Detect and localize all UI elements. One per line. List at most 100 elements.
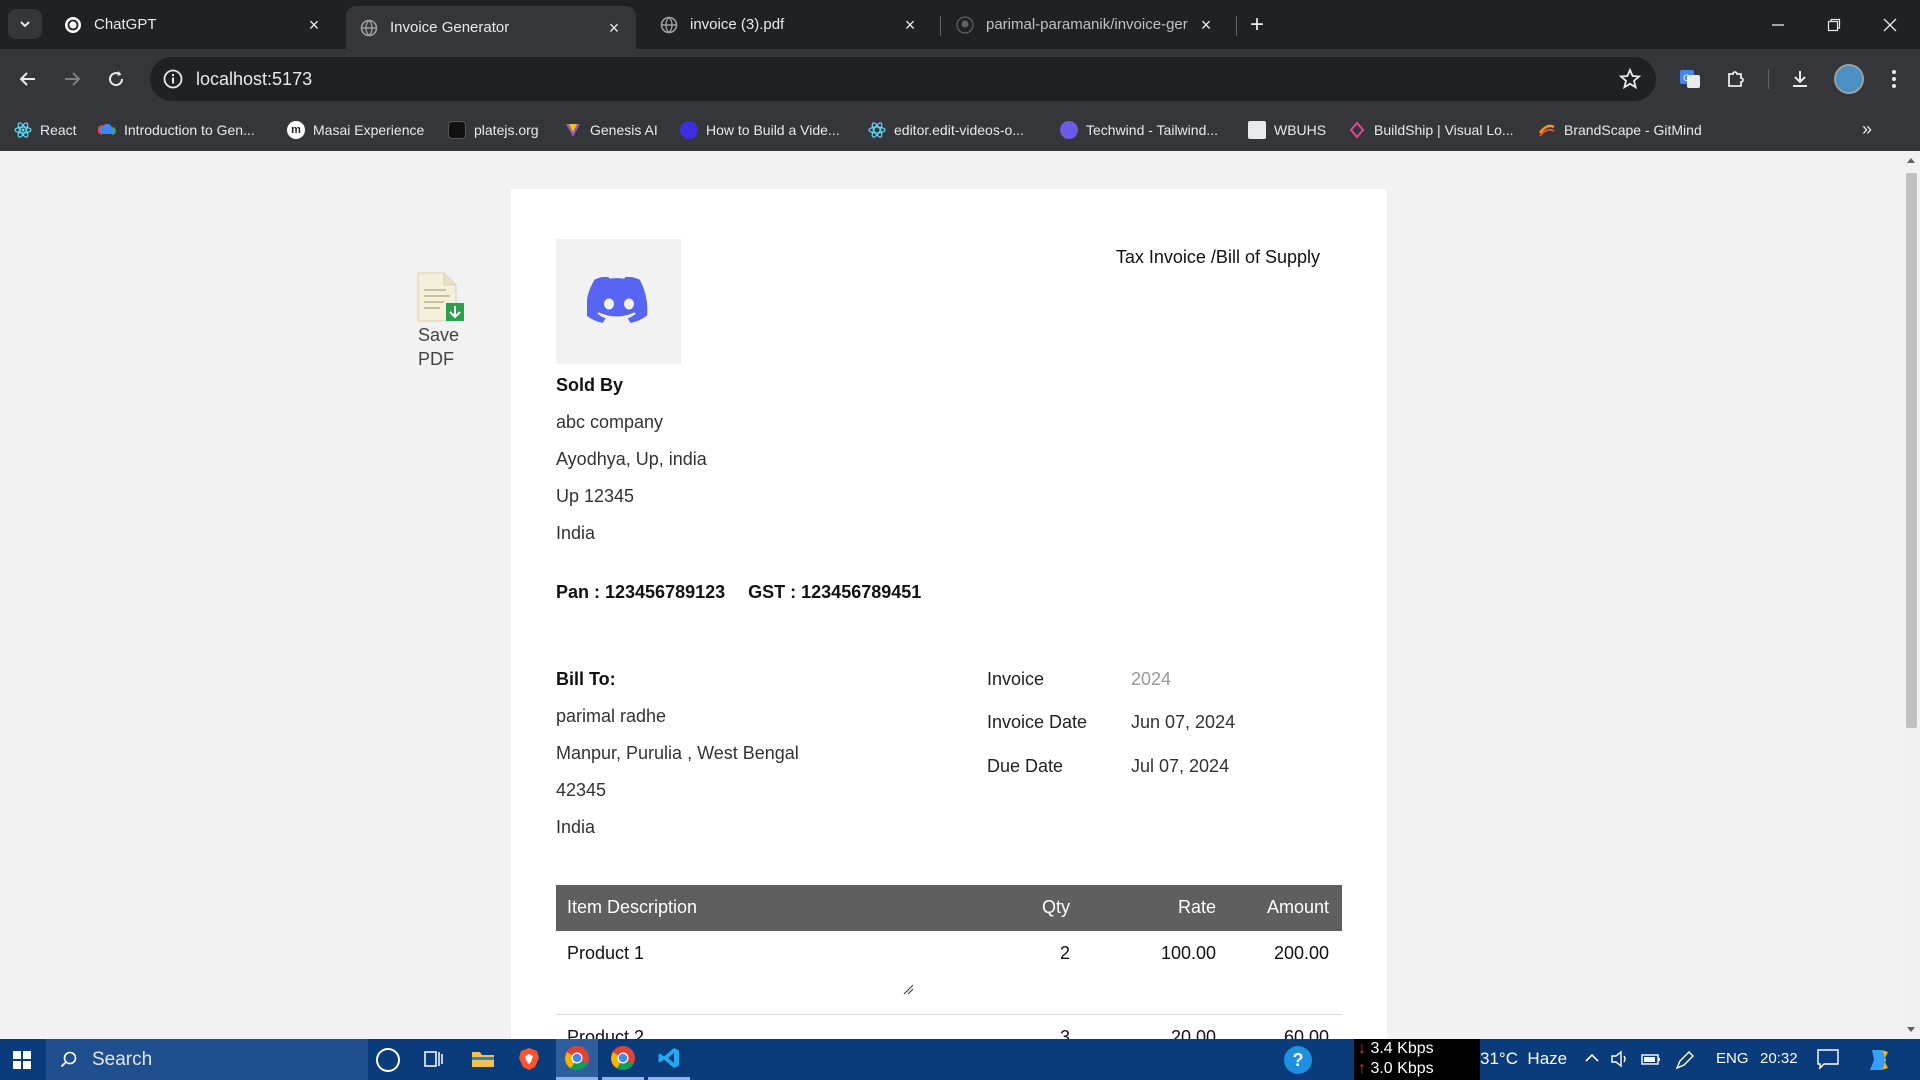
info-icon[interactable] [162,68,184,90]
puzzle-icon [1728,71,1744,87]
bookmark-label: Masai Experience [313,122,425,138]
column-header-amount: Amount [1266,897,1329,917]
weather-widget[interactable]: 31°C Haze [1480,1049,1567,1069]
item-qty-input[interactable]: 2 [1010,943,1070,964]
close-icon[interactable]: × [606,19,622,37]
downloads-button[interactable] [1784,63,1816,95]
scroll-down-arrow-icon[interactable] [1907,1027,1915,1032]
sold-by-heading: Sold By [556,375,624,395]
taskbar-search-box[interactable]: Search [46,1039,368,1080]
item-rate-input[interactable]: 100.00 [1116,943,1216,964]
battery-button[interactable] [1640,1050,1662,1073]
resize-handle-icon[interactable] [902,983,914,995]
chrome-profile-button[interactable] [602,1039,644,1080]
file-download-icon [417,272,464,322]
item-qty-input[interactable]: 3 [1010,1027,1070,1039]
help-icon[interactable]: ? [1284,1046,1312,1074]
genesis-icon [564,121,582,139]
star-icon[interactable] [1618,67,1642,91]
google-translate-button[interactable]: G [1674,63,1706,95]
bookmark-platejs[interactable]: platejs.org [448,119,539,141]
arrow-right-icon [65,72,81,86]
item-rate-input[interactable]: 20.00 [1116,1027,1216,1039]
show-hidden-icons-button[interactable] [1584,1048,1600,1073]
volume-button[interactable] [1610,1049,1630,1074]
bookmark-buildship[interactable]: BuildShip | Visual Lo... [1348,119,1514,141]
vscode-button[interactable] [648,1039,690,1080]
bookmarks-overflow-chevron-icon[interactable]: » [1862,119,1872,140]
brave-icon [519,1048,539,1070]
chrome-button-active[interactable] [556,1039,598,1080]
task-view-button[interactable] [422,1047,446,1076]
copilot-icon [1870,1050,1888,1070]
brave-button[interactable] [516,1046,542,1077]
restore-button[interactable] [1806,0,1862,49]
page-scrollbar[interactable] [1903,151,1920,1039]
cortana-button[interactable] [376,1048,400,1072]
profile-avatar[interactable] [1834,64,1864,94]
bookmark-label: BrandScape - GitMind [1564,122,1702,138]
kebab-menu-icon [1892,70,1896,88]
address-bar[interactable]: localhost:5173 [150,57,1656,101]
company-logo[interactable] [556,239,681,364]
extensions-button[interactable] [1720,63,1752,95]
notifications-button[interactable] [1816,1048,1840,1075]
file-explorer-button[interactable] [470,1047,496,1076]
arrow-left-icon [19,72,35,86]
bookmark-label: editor.edit-videos-o... [894,122,1024,138]
google-cloud-icon [98,121,116,139]
notification-icon [1817,1049,1839,1070]
tab-github[interactable]: parimal-paramanik/invoice-ger × [942,6,1228,43]
bookmark-label: React [40,122,77,138]
table-header: Item Description Qty Rate Amount [556,885,1342,931]
copilot-button[interactable] [1864,1046,1892,1079]
save-pdf-button[interactable]: Save PDF [416,271,476,371]
due-date-input[interactable]: Jul 07, 2024 [1131,756,1229,777]
bookmark-label: platejs.org [474,122,539,138]
invoice-date-input[interactable]: Jun 07, 2024 [1131,712,1235,733]
invoice-number-input[interactable]: 2024 [1131,669,1171,690]
item-description-input[interactable]: Product 1 [567,943,644,964]
seller-address: Ayodhya, Up, india [556,449,707,469]
bookmark-react[interactable]: React [14,119,77,141]
minimize-button[interactable] [1750,0,1806,49]
buyer-name: parimal radhe [556,706,667,726]
language-indicator[interactable]: ENG [1716,1050,1749,1067]
item-description-input[interactable]: Product 2 [567,1027,644,1039]
bookmark-intro-gen[interactable]: Introduction to Gen... [98,119,255,141]
tab-invoice-pdf[interactable]: invoice (3).pdf × [646,6,932,43]
tab-search-button[interactable] [8,9,42,39]
reload-button[interactable] [100,63,132,95]
clock[interactable]: 20:32 [1760,1050,1798,1067]
tab-title: invoice (3).pdf [690,16,785,33]
start-button[interactable] [0,1039,44,1080]
bookmark-masai[interactable]: m Masai Experience [287,119,424,141]
bookmark-build-video[interactable]: How to Build a Vide... [680,119,840,141]
github-icon [956,15,974,34]
scroll-up-arrow-icon[interactable] [1907,158,1915,163]
tab-chatgpt[interactable]: ChatGPT × [50,6,336,43]
restore-icon [1827,18,1841,31]
menu-button[interactable] [1878,63,1910,95]
platejs-icon [448,121,466,139]
bookmark-label: Genesis AI [590,122,658,138]
close-icon[interactable]: × [306,16,322,34]
pen-button[interactable] [1674,1049,1696,1076]
url-text[interactable]: localhost:5173 [196,69,312,90]
close-window-button[interactable] [1862,0,1918,49]
scrollbar-thumb[interactable] [1906,173,1917,728]
close-icon[interactable]: × [902,16,918,34]
forward-button[interactable] [56,63,88,95]
bookmark-label: How to Build a Vide... [706,122,840,138]
globe-icon [660,16,678,34]
back-button[interactable] [12,63,44,95]
close-icon[interactable]: × [1198,16,1214,34]
bookmark-wbuhs[interactable]: WBUHS [1248,119,1326,141]
bookmark-editor[interactable]: editor.edit-videos-o... [868,119,1024,141]
bookmark-techwind[interactable]: Techwind - Tailwind... [1060,119,1218,141]
bookmark-gitmind[interactable]: BrandScape - GitMind [1538,119,1702,141]
tab-invoice-generator[interactable]: Invoice Generator × [346,6,636,49]
new-tab-button[interactable]: + [1244,11,1270,38]
minimize-icon [1772,23,1784,26]
bookmark-genesis[interactable]: Genesis AI [564,119,658,141]
